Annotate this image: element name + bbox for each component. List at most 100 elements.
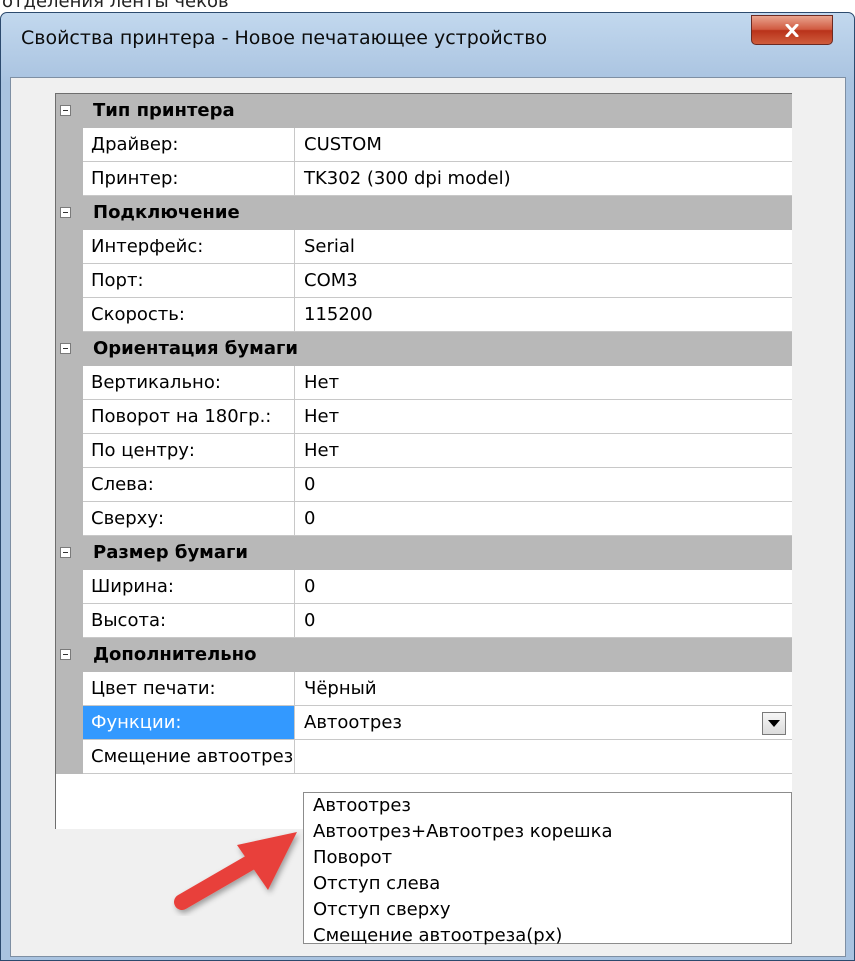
property-name-cell[interactable]: Ширина: bbox=[83, 570, 295, 604]
row-margin bbox=[56, 230, 83, 264]
property-value-cell[interactable]: Чёрный bbox=[295, 672, 792, 706]
property-name-cell[interactable]: Интерфейс: bbox=[83, 230, 295, 264]
row-margin bbox=[56, 366, 83, 400]
row-margin bbox=[56, 672, 83, 706]
category-label: Дополнительно bbox=[93, 644, 257, 665]
property-name: По центру: bbox=[91, 440, 195, 461]
property-value-cell[interactable]: Serial bbox=[295, 230, 792, 264]
property-value: CUSTOM bbox=[304, 134, 382, 155]
category-row[interactable]: Подключение bbox=[56, 196, 792, 230]
dropdown-button[interactable] bbox=[762, 712, 786, 735]
collapse-minus-icon[interactable] bbox=[60, 649, 71, 660]
row-margin bbox=[56, 740, 83, 774]
property-row[interactable]: Принтер: TK302 (300 dpi model) bbox=[56, 162, 792, 196]
property-name-cell[interactable]: По центру: bbox=[83, 434, 295, 468]
property-value: 0 bbox=[304, 508, 316, 529]
property-name-cell[interactable]: Драйвер: bbox=[83, 128, 295, 162]
property-row[interactable]: Скорость: 115200 bbox=[56, 298, 792, 332]
property-value: Автоотрез bbox=[304, 712, 402, 733]
property-row[interactable]: Функции: Автоотрез bbox=[56, 706, 792, 740]
category-label: Тип принтера bbox=[93, 100, 235, 121]
row-margin bbox=[56, 298, 83, 332]
dropdown-option[interactable]: Поворот bbox=[313, 845, 392, 871]
property-name: Высота: bbox=[91, 610, 167, 631]
property-name-cell[interactable]: Принтер: bbox=[83, 162, 295, 196]
close-button[interactable] bbox=[751, 15, 833, 45]
property-value: 0 bbox=[304, 474, 316, 495]
property-name-cell[interactable]: Сверху: bbox=[83, 502, 295, 536]
property-value-cell[interactable]: Нет bbox=[295, 400, 792, 434]
property-row[interactable]: Порт: COM3 bbox=[56, 264, 792, 298]
property-value: Serial bbox=[304, 236, 355, 257]
property-name: Функции: bbox=[91, 712, 182, 733]
row-margin bbox=[56, 570, 83, 604]
property-row[interactable]: Поворот на 180гр.: Нет bbox=[56, 400, 792, 434]
category-row[interactable]: Ориентация бумаги bbox=[56, 332, 792, 366]
collapse-minus-icon[interactable] bbox=[60, 207, 71, 218]
property-name: Принтер: bbox=[91, 168, 179, 189]
dropdown-option[interactable]: Отступ слева bbox=[313, 871, 440, 897]
property-value-cell[interactable]: COM3 bbox=[295, 264, 792, 298]
property-name-cell[interactable]: Высота: bbox=[83, 604, 295, 638]
property-value-cell[interactable]: TK302 (300 dpi model) bbox=[295, 162, 792, 196]
property-value-cell[interactable] bbox=[295, 740, 792, 774]
background-page-text: отделения ленты чеков bbox=[0, 0, 855, 12]
property-row[interactable]: Цвет печати: Чёрный bbox=[56, 672, 792, 706]
property-name: Цвет печати: bbox=[91, 678, 216, 699]
row-margin bbox=[56, 400, 83, 434]
property-value-cell[interactable]: Нет bbox=[295, 434, 792, 468]
property-name-cell[interactable]: Порт: bbox=[83, 264, 295, 298]
property-row[interactable]: Сверху: 0 bbox=[56, 502, 792, 536]
chevron-down-icon bbox=[768, 720, 780, 727]
category-label: Ориентация бумаги bbox=[93, 338, 298, 359]
property-value: 0 bbox=[304, 576, 316, 597]
row-margin bbox=[56, 502, 83, 536]
property-value: Нет bbox=[304, 406, 340, 427]
property-name-cell[interactable]: Функции: bbox=[83, 706, 295, 740]
property-name-cell[interactable]: Скорость: bbox=[83, 298, 295, 332]
property-row[interactable]: Ширина: 0 bbox=[56, 570, 792, 604]
dropdown-option[interactable]: Автоотрез+Автоотрез корешка bbox=[313, 819, 613, 845]
property-name: Смещение автоотреза(px) bbox=[91, 746, 294, 767]
functions-dropdown-list[interactable]: Автоотрез Автоотрез+Автоотрез корешка Пово… bbox=[303, 792, 792, 946]
category-row[interactable]: Размер бумаги bbox=[56, 536, 792, 570]
property-row[interactable]: Высота: 0 bbox=[56, 604, 792, 638]
property-value: Нет bbox=[304, 372, 340, 393]
property-value-cell[interactable]: 0 bbox=[295, 468, 792, 502]
property-value-cell[interactable]: 0 bbox=[295, 604, 792, 638]
property-row[interactable]: Драйвер: CUSTOM bbox=[56, 128, 792, 162]
property-name-cell[interactable]: Слева: bbox=[83, 468, 295, 502]
dropdown-option[interactable]: Автоотрез bbox=[313, 793, 411, 819]
property-value: Чёрный bbox=[304, 678, 377, 699]
dropdown-option[interactable]: Отступ сверху bbox=[313, 897, 451, 923]
row-margin bbox=[56, 706, 83, 740]
property-row[interactable]: Интерфейс: Serial bbox=[56, 230, 792, 264]
red-pointer-arrow bbox=[174, 832, 297, 910]
property-name-cell[interactable]: Смещение автоотреза(px) bbox=[83, 740, 295, 774]
row-margin bbox=[56, 128, 83, 162]
property-value-cell[interactable]: Нет bbox=[295, 366, 792, 400]
category-row[interactable]: Дополнительно bbox=[56, 638, 792, 672]
property-row[interactable]: Смещение автоотреза(px) bbox=[56, 740, 792, 774]
dropdown-option[interactable]: Смещение автоотреза(px) bbox=[313, 923, 562, 949]
property-value-cell[interactable]: CUSTOM bbox=[295, 128, 792, 162]
property-value-cell[interactable]: Автоотрез bbox=[295, 706, 792, 740]
property-name: Драйвер: bbox=[91, 134, 179, 155]
row-margin bbox=[56, 604, 83, 638]
property-grid: Тип принтера Драйвер: CUSTOM Принтер: TK302 … bbox=[55, 93, 792, 829]
property-name: Сверху: bbox=[91, 508, 165, 529]
collapse-minus-icon[interactable] bbox=[60, 105, 71, 116]
collapse-minus-icon[interactable] bbox=[60, 547, 71, 558]
property-name: Поворот на 180гр.: bbox=[91, 406, 272, 427]
category-row[interactable]: Тип принтера bbox=[56, 94, 792, 128]
property-row[interactable]: Слева: 0 bbox=[56, 468, 792, 502]
property-row[interactable]: Вертикально: Нет bbox=[56, 366, 792, 400]
property-name-cell[interactable]: Цвет печати: bbox=[83, 672, 295, 706]
property-value-cell[interactable]: 0 bbox=[295, 502, 792, 536]
property-row[interactable]: По центру: Нет bbox=[56, 434, 792, 468]
property-value-cell[interactable]: 115200 bbox=[295, 298, 792, 332]
property-value-cell[interactable]: 0 bbox=[295, 570, 792, 604]
property-name-cell[interactable]: Вертикально: bbox=[83, 366, 295, 400]
property-name-cell[interactable]: Поворот на 180гр.: bbox=[83, 400, 295, 434]
collapse-minus-icon[interactable] bbox=[60, 343, 71, 354]
